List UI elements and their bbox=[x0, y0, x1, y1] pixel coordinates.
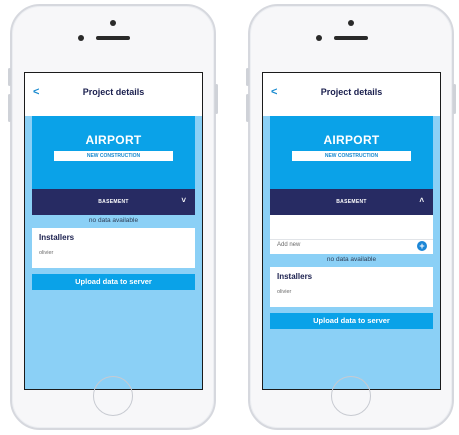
sensor-dot bbox=[316, 35, 322, 41]
section-label: BASEMENT bbox=[98, 199, 129, 205]
add-new-row[interactable]: Add new + bbox=[270, 239, 433, 254]
app-screen-right: < Project details AIRPORT NEW CONSTRUCTI… bbox=[262, 72, 441, 390]
nav-bar: < Project details bbox=[25, 73, 202, 116]
project-header: AIRPORT NEW CONSTRUCTION bbox=[270, 116, 433, 189]
page-title: Project details bbox=[320, 87, 383, 97]
power-button bbox=[215, 84, 218, 114]
volume-down-button bbox=[8, 94, 11, 122]
volume-down-button bbox=[246, 94, 249, 122]
phone-frame-right: < Project details AIRPORT NEW CONSTRUCTI… bbox=[246, 4, 456, 430]
upload-button[interactable]: Upload data to server bbox=[270, 313, 433, 329]
page-title: Project details bbox=[82, 87, 145, 97]
add-new-label: Add new bbox=[277, 242, 301, 248]
add-icon[interactable]: + bbox=[417, 241, 427, 251]
installers-heading: Installers bbox=[277, 272, 313, 281]
project-type-badge: NEW CONSTRUCTION bbox=[292, 151, 411, 161]
home-button[interactable] bbox=[331, 376, 371, 416]
installers-card: Installers olivier bbox=[32, 228, 195, 268]
basement-section-toggle[interactable]: BASEMENT ˄ bbox=[270, 189, 433, 215]
installer-name: olivier bbox=[39, 250, 54, 256]
installers-card: Installers olivier bbox=[270, 267, 433, 307]
no-data-message: no data available bbox=[88, 217, 139, 224]
sensor-dot bbox=[78, 35, 84, 41]
upload-button[interactable]: Upload data to server bbox=[32, 274, 195, 290]
section-label: BASEMENT bbox=[336, 199, 367, 205]
front-camera bbox=[110, 20, 116, 26]
installer-name: olivier bbox=[277, 289, 292, 295]
basement-section-toggle[interactable]: BASEMENT ˅ bbox=[32, 189, 195, 215]
no-data-message: no data available bbox=[326, 256, 377, 263]
project-name: AIRPORT bbox=[85, 133, 142, 147]
earpiece-speaker bbox=[96, 36, 130, 40]
chevron-up-icon: ˄ bbox=[419, 196, 424, 205]
front-camera bbox=[348, 20, 354, 26]
basement-dropdown-panel: Add new + bbox=[270, 215, 433, 254]
volume-up-button bbox=[8, 68, 11, 86]
installers-heading: Installers bbox=[39, 233, 75, 242]
project-type-badge: NEW CONSTRUCTION bbox=[54, 151, 173, 161]
home-button[interactable] bbox=[93, 376, 133, 416]
power-button bbox=[453, 84, 456, 114]
project-header: AIRPORT NEW CONSTRUCTION bbox=[32, 116, 195, 189]
earpiece-speaker bbox=[334, 36, 368, 40]
project-name: AIRPORT bbox=[323, 133, 380, 147]
app-screen-left: < Project details AIRPORT NEW CONSTRUCTI… bbox=[24, 72, 203, 390]
chevron-down-icon: ˅ bbox=[181, 196, 186, 205]
nav-bar: < Project details bbox=[263, 73, 440, 116]
phone-frame-left: < Project details AIRPORT NEW CONSTRUCTI… bbox=[8, 4, 218, 430]
volume-up-button bbox=[246, 68, 249, 86]
